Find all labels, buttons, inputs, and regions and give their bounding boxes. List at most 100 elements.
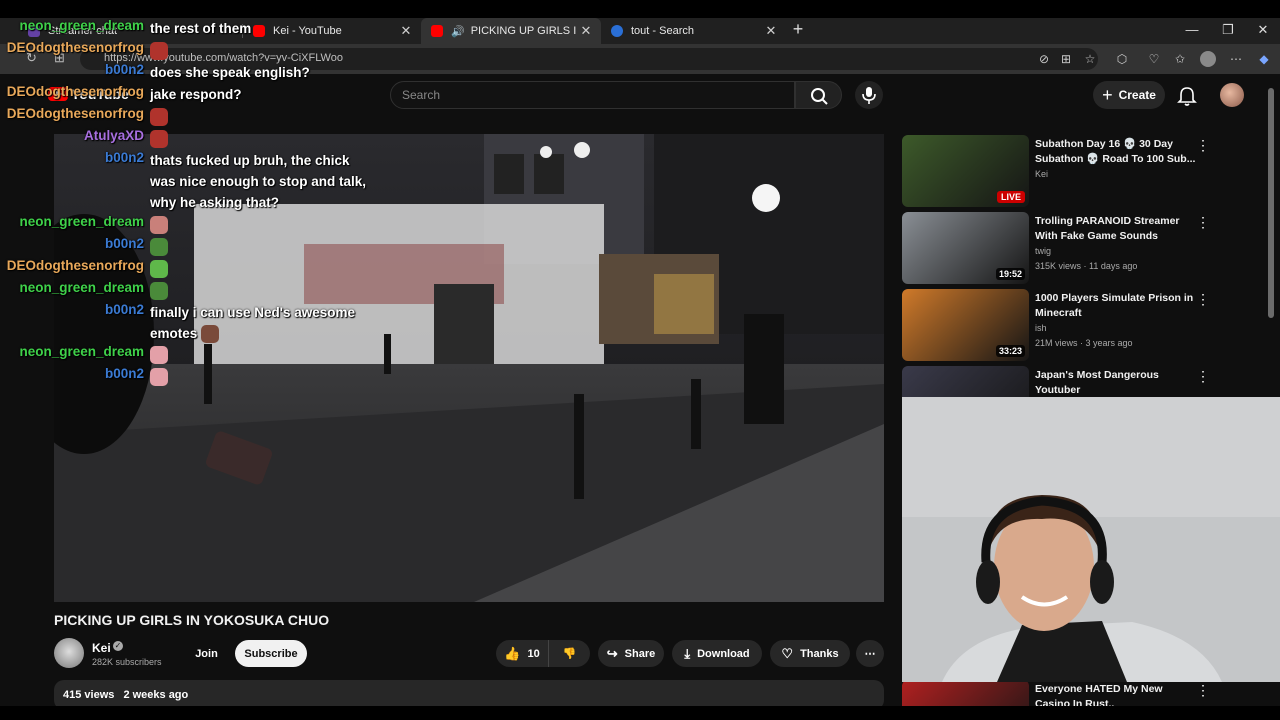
new-tab-icon[interactable]: + xyxy=(784,19,812,40)
webcam-image xyxy=(902,397,1280,682)
browser-essentials-icon[interactable]: ♡ xyxy=(1146,51,1162,67)
download-icon: ⤓ xyxy=(684,645,691,661)
recommended-title[interactable]: Japan's Most Dangerous Youtuber xyxy=(1035,368,1197,398)
thumbs-down-icon: 👎 xyxy=(562,648,577,660)
chat-text-body: jake respond? xyxy=(150,87,242,102)
page-scrollbar[interactable] xyxy=(1268,88,1274,318)
title-strip xyxy=(0,0,1280,18)
recommended-title[interactable]: Trolling PARANOID Streamer With Fake Gam… xyxy=(1035,214,1197,244)
settings-more-icon[interactable]: ⋯ xyxy=(1228,51,1244,67)
minimize-icon[interactable]: — xyxy=(1178,22,1206,37)
chat-emote-icon xyxy=(150,42,168,61)
chat-username: DEOdogthesenorfrog xyxy=(6,40,144,55)
favorites-icon[interactable]: ✩ xyxy=(1172,51,1188,67)
chat-message: neon_green_dream xyxy=(0,344,380,366)
search-favicon-icon xyxy=(611,25,623,37)
chat-username: DEOdogthesenorfrog xyxy=(6,106,144,121)
favorite-star-icon[interactable]: ☆ xyxy=(1082,51,1098,67)
chat-text xyxy=(150,344,370,365)
webcam-overlay xyxy=(902,397,1280,682)
chat-text-body: the rest of them xyxy=(150,21,252,36)
channel-name[interactable]: Kei xyxy=(92,641,111,655)
recommended-title[interactable]: 1000 Players Simulate Prison in Minecraf… xyxy=(1035,291,1197,321)
tab-title: tout - Search xyxy=(631,25,694,37)
chat-text xyxy=(150,106,370,127)
recommended-channel[interactable]: Kei xyxy=(1035,169,1048,179)
video-thumbnail[interactable]: LIVE xyxy=(902,135,1029,207)
more-options-icon[interactable]: ⋮ xyxy=(1196,291,1210,308)
more-icon: ⋯ xyxy=(864,648,876,660)
search-icon xyxy=(811,88,828,105)
video-title: PICKING UP GIRLS IN YOKOSUKA CHUO xyxy=(54,612,330,628)
profile-avatar-icon[interactable] xyxy=(1200,51,1216,67)
close-tab-icon[interactable]: ✕ xyxy=(397,23,415,39)
chat-text xyxy=(150,236,370,257)
video-thumbnail[interactable]: 19:52 xyxy=(902,212,1029,284)
chat-username: neon_green_dream xyxy=(19,344,144,359)
more-options-icon[interactable]: ⋮ xyxy=(1196,214,1210,231)
chat-emote-icon xyxy=(150,216,168,235)
mic-icon xyxy=(862,87,876,104)
recommended-channel[interactable]: twig xyxy=(1035,246,1051,256)
subscribe-button[interactable]: Subscribe xyxy=(235,640,307,667)
speaker-icon[interactable]: 🔊 xyxy=(451,25,465,38)
search-input[interactable]: Search xyxy=(390,81,795,109)
chat-username: b00n2 xyxy=(104,236,144,251)
chat-emote-icon xyxy=(150,238,168,257)
more-options-icon[interactable]: ⋮ xyxy=(1196,137,1210,154)
thanks-icon: ♡ xyxy=(781,645,794,661)
more-options-icon[interactable]: ⋮ xyxy=(1196,368,1210,385)
like-button[interactable]: 👍 10 xyxy=(496,640,548,667)
chat-text-body: does she speak english? xyxy=(150,65,310,80)
bell-icon[interactable] xyxy=(1176,85,1198,107)
recommended-title[interactable]: Subathon Day 16 💀 30 Day Subathon 💀 Road… xyxy=(1035,137,1197,167)
chat-message: b00n2 xyxy=(0,236,380,258)
chat-username: b00n2 xyxy=(104,366,144,381)
channel-avatar[interactable] xyxy=(54,638,84,668)
close-window-icon[interactable]: ✕ xyxy=(1249,22,1277,38)
close-tab-icon[interactable]: ✕ xyxy=(577,23,595,39)
chat-message: b00n2 does she speak english? xyxy=(0,62,380,84)
copilot-icon[interactable]: ◆ xyxy=(1256,51,1272,67)
chat-text xyxy=(150,40,370,61)
subscribe-label: Subscribe xyxy=(244,647,298,660)
voice-search-button[interactable] xyxy=(855,81,883,109)
chat-text xyxy=(150,258,370,279)
tab-current-video[interactable]: 🔊 PICKING UP GIRLS IN YOKOSUKA CHUO ✕ xyxy=(421,18,601,44)
duration-badge: 33:23 xyxy=(995,345,1025,357)
tab-search[interactable]: tout - Search ✕ xyxy=(601,18,786,44)
subscriber-count: 282K subscribers xyxy=(92,657,162,667)
chat-username: b00n2 xyxy=(104,150,144,165)
chat-text: does she speak english? xyxy=(150,62,370,83)
download-button[interactable]: ⤓ Download xyxy=(672,640,762,667)
chat-emote-icon xyxy=(150,130,168,149)
create-button[interactable]: + Create xyxy=(1093,81,1165,109)
thanks-label: Thanks xyxy=(800,647,839,660)
more-options-icon[interactable]: ⋮ xyxy=(1196,682,1210,699)
verified-badge-icon: ✓ xyxy=(113,641,123,651)
thanks-button[interactable]: ♡ Thanks xyxy=(770,640,850,667)
chat-username: neon_green_dream xyxy=(19,214,144,229)
tracking-prevention-icon[interactable]: ⊘ xyxy=(1036,51,1052,67)
video-thumbnail[interactable]: 33:23 xyxy=(902,289,1029,361)
close-tab-icon[interactable]: ✕ xyxy=(762,23,780,39)
chat-text-body: finally i can use Ned's awesome emotes xyxy=(150,305,356,341)
restore-icon[interactable]: ❐ xyxy=(1214,22,1242,38)
chat-message: neon_green_dream the rest of them xyxy=(0,18,380,40)
dislike-button[interactable]: 👎 xyxy=(548,640,590,667)
join-button[interactable]: Join xyxy=(184,640,229,667)
share-button[interactable]: ↪ Share xyxy=(598,640,664,667)
search-button[interactable] xyxy=(795,81,842,109)
chat-message: DEOdogthesenorfrog xyxy=(0,258,380,280)
chat-emote-icon xyxy=(201,325,220,344)
chat-message: b00n2 finally i can use Ned's awesome emo… xyxy=(0,302,380,344)
chat-text: the rest of them xyxy=(150,18,370,39)
recommended-video[interactable]: 33:23 1000 Players Simulate Prison in Min… xyxy=(902,289,1272,361)
more-actions-button[interactable]: ⋯ xyxy=(856,640,884,667)
recommended-video[interactable]: 19:52 Trolling PARANOID Streamer With Fak… xyxy=(902,212,1272,284)
recommended-channel[interactable]: ish xyxy=(1035,323,1047,333)
account-avatar[interactable] xyxy=(1220,83,1244,107)
recommended-video[interactable]: LIVE Subathon Day 16 💀 30 Day Subathon 💀 … xyxy=(902,135,1272,207)
extensions-icon[interactable]: ⬡ xyxy=(1114,51,1130,67)
app-available-icon[interactable]: ⊞ xyxy=(1058,51,1074,67)
